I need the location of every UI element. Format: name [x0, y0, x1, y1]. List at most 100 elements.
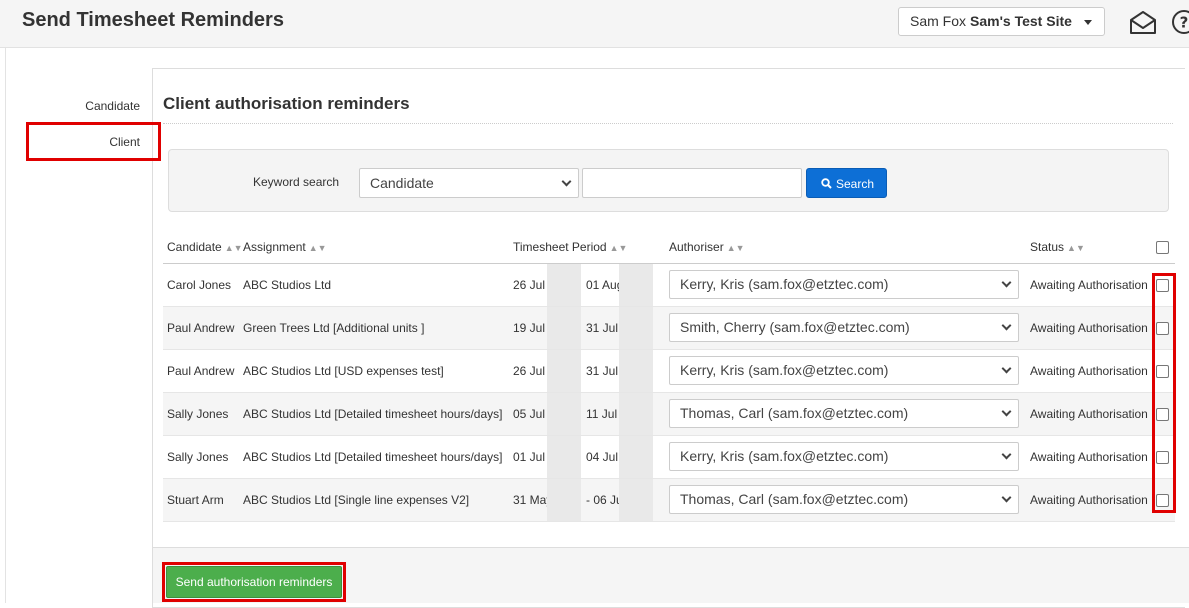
sidebar-item-candidate[interactable]: Candidate	[26, 88, 152, 124]
search-field-value: Candidate	[370, 175, 434, 191]
redacted-region	[619, 263, 653, 305]
status-cell: Awaiting Authorisation	[1026, 263, 1150, 307]
search-input[interactable]	[582, 168, 802, 198]
candidate-cell: Paul Andrew	[163, 306, 239, 350]
chevron-down-icon	[1001, 277, 1012, 288]
column-header-status[interactable]: Status ▲▼	[1026, 232, 1150, 264]
chevron-down-icon	[1001, 406, 1012, 417]
authoriser-select[interactable]: Kerry, Kris (sam.fox@etztec.com)	[669, 442, 1019, 471]
sort-icon: ▲▼	[726, 243, 745, 254]
redacted-region	[547, 392, 581, 434]
redacted-region	[619, 349, 653, 391]
redacted-region	[619, 478, 653, 520]
authoriser-select[interactable]: Thomas, Carl (sam.fox@etztec.com)	[669, 485, 1019, 514]
search-icon	[821, 178, 832, 189]
chevron-down-icon	[561, 176, 572, 187]
timesheet-period-cell: 26 Jul 01 Aug	[509, 263, 665, 307]
search-field-select[interactable]: Candidate	[359, 168, 579, 198]
row-checkbox-cell	[1150, 306, 1175, 350]
assignment-cell: ABC Studios Ltd [USD expenses test]	[239, 349, 509, 393]
envelope-open-icon[interactable]	[1128, 9, 1158, 35]
timesheet-period-cell: 19 Jul 31 Jul 2	[509, 306, 665, 350]
search-button-label: Search	[836, 177, 875, 191]
table-row: Stuart Arm ABC Studios Ltd [Single line …	[163, 478, 1175, 522]
help-icon[interactable]: ?	[1171, 9, 1189, 35]
row-checkbox[interactable]	[1156, 493, 1169, 507]
row-checkbox[interactable]	[1156, 450, 1169, 464]
table-header-row: Candidate ▲▼ Assignment ▲▼ Timesheet Perio…	[163, 232, 1175, 264]
row-checkbox-cell	[1150, 478, 1175, 522]
keyword-search-label: Keyword search	[253, 175, 340, 189]
site-name: Sam's Test Site	[970, 13, 1072, 29]
candidate-cell: Sally Jones	[163, 435, 239, 479]
timesheet-period-cell: 26 Jul 31 Jul 2	[509, 349, 665, 393]
timesheet-period-cell: 05 Jul 11 Jul 2	[509, 392, 665, 436]
chevron-down-icon	[1001, 363, 1012, 374]
column-header-authoriser[interactable]: Authoriser ▲▼	[665, 232, 1026, 264]
assignment-cell: ABC Studios Ltd [Detailed timesheet hour…	[239, 435, 509, 479]
redacted-region	[619, 306, 653, 348]
redacted-region	[619, 392, 653, 434]
authoriser-select[interactable]: Kerry, Kris (sam.fox@etztec.com)	[669, 270, 1019, 299]
status-cell: Awaiting Authorisation	[1026, 306, 1150, 350]
table-row: Carol Jones ABC Studios Ltd 26 Jul 01 Aug…	[163, 263, 1175, 307]
sidebar-item-client[interactable]: Client	[26, 123, 152, 159]
status-cell: Awaiting Authorisation	[1026, 349, 1150, 393]
authoriser-cell: Thomas, Carl (sam.fox@etztec.com)	[665, 392, 1026, 436]
table-row: Sally Jones ABC Studios Ltd [Detailed ti…	[163, 392, 1175, 436]
caret-down-icon	[1084, 20, 1092, 25]
row-checkbox[interactable]	[1156, 321, 1169, 335]
svg-text:?: ?	[1180, 14, 1189, 32]
sort-icon: ▲▼	[308, 243, 327, 254]
table-row: Paul Andrew ABC Studios Ltd [USD expense…	[163, 349, 1175, 393]
authoriser-cell: Kerry, Kris (sam.fox@etztec.com)	[665, 263, 1026, 307]
row-checkbox-cell	[1150, 263, 1175, 307]
sort-icon: ▲▼	[1067, 243, 1085, 254]
user-name: Sam Fox	[910, 13, 967, 29]
row-checkbox[interactable]	[1156, 407, 1169, 421]
select-all-checkbox[interactable]	[1156, 241, 1169, 255]
sidebar-item-label: Client	[109, 135, 140, 149]
chevron-down-icon	[1001, 492, 1012, 503]
reminders-table-wrap: Candidate ▲▼ Assignment ▲▼ Timesheet Perio…	[163, 232, 1175, 522]
column-header-assignment[interactable]: Assignment ▲▼	[239, 232, 509, 264]
row-checkbox[interactable]	[1156, 278, 1169, 292]
redacted-region	[547, 435, 581, 477]
redacted-region	[547, 306, 581, 348]
sort-icon: ▲▼	[609, 243, 628, 254]
top-bar: Send Timesheet Reminders Sam Fox Sam's Te…	[0, 0, 1189, 48]
authoriser-cell: Smith, Cherry (sam.fox@etztec.com)	[665, 306, 1026, 350]
chevron-down-icon	[1001, 320, 1012, 331]
redacted-region	[547, 478, 581, 520]
authoriser-select[interactable]: Kerry, Kris (sam.fox@etztec.com)	[669, 356, 1019, 385]
candidate-cell: Sally Jones	[163, 392, 239, 436]
authoriser-cell: Kerry, Kris (sam.fox@etztec.com)	[665, 349, 1026, 393]
authoriser-select[interactable]: Thomas, Carl (sam.fox@etztec.com)	[669, 399, 1019, 428]
user-site-menu[interactable]: Sam Fox Sam's Test Site	[898, 7, 1105, 36]
table-row: Sally Jones ABC Studios Ltd [Detailed ti…	[163, 435, 1175, 479]
row-checkbox[interactable]	[1156, 364, 1169, 378]
select-all-cell	[1150, 232, 1175, 264]
assignment-cell: ABC Studios Ltd [Single line expenses V2…	[239, 478, 509, 522]
page-title: Send Timesheet Reminders	[22, 9, 284, 31]
authoriser-select[interactable]: Smith, Cherry (sam.fox@etztec.com)	[669, 313, 1019, 342]
reminders-table: Candidate ▲▼ Assignment ▲▼ Timesheet Perio…	[163, 232, 1175, 522]
status-cell: Awaiting Authorisation	[1026, 478, 1150, 522]
redacted-region	[547, 349, 581, 391]
send-authorisation-reminders-button[interactable]: Send authorisation reminders	[166, 566, 342, 598]
candidate-cell: Carol Jones	[163, 263, 239, 307]
assignment-cell: ABC Studios Ltd	[239, 263, 509, 307]
sidebar-item-label: Candidate	[85, 99, 140, 113]
authoriser-cell: Thomas, Carl (sam.fox@etztec.com)	[665, 478, 1026, 522]
search-button[interactable]: Search	[806, 168, 887, 198]
column-header-candidate[interactable]: Candidate ▲▼	[163, 232, 243, 264]
title-divider	[163, 123, 1173, 124]
status-cell: Awaiting Authorisation	[1026, 392, 1150, 436]
status-cell: Awaiting Authorisation	[1026, 435, 1150, 479]
chevron-down-icon	[1001, 449, 1012, 460]
row-checkbox-cell	[1150, 392, 1175, 436]
row-checkbox-cell	[1150, 349, 1175, 393]
authoriser-cell: Kerry, Kris (sam.fox@etztec.com)	[665, 435, 1026, 479]
column-header-timesheet-period[interactable]: Timesheet Period ▲▼	[509, 232, 665, 264]
candidate-cell: Paul Andrew	[163, 349, 239, 393]
